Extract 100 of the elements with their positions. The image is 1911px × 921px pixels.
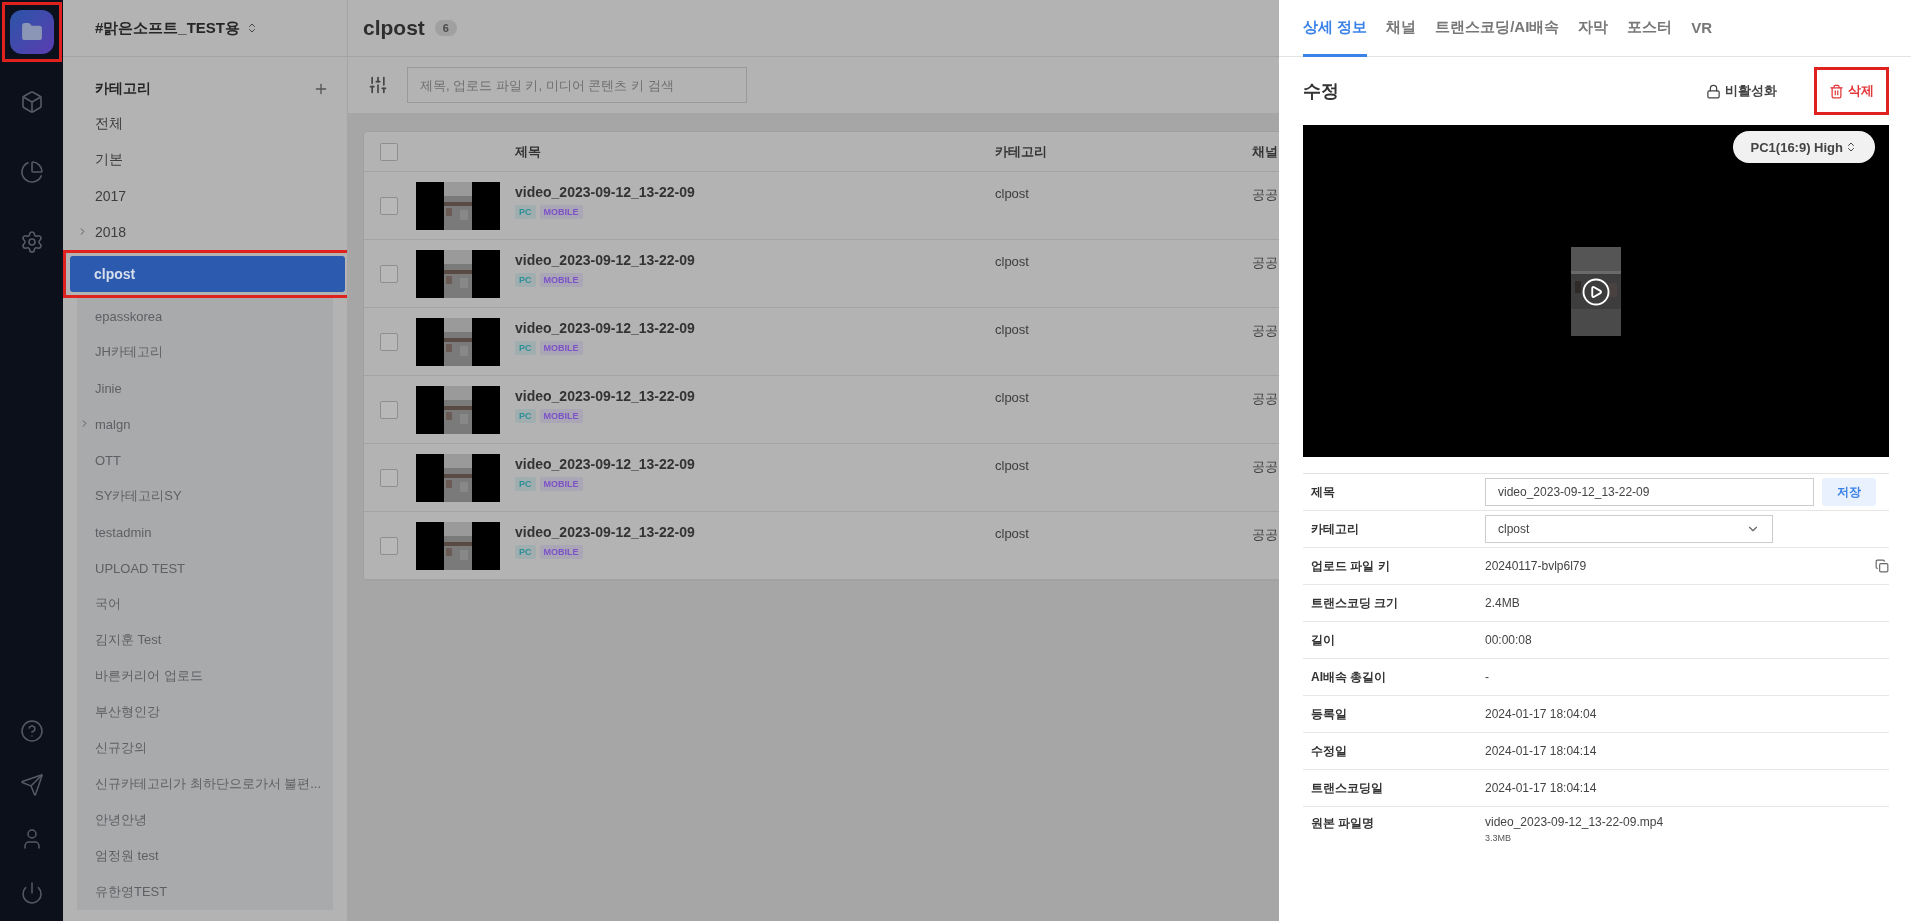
category-heading: 카테고리 <box>95 79 151 98</box>
table-cell-text: clpost <box>995 185 1030 201</box>
category-item[interactable]: 부산형인강 <box>77 694 333 730</box>
search-field[interactable]: 제목, 업로드 파일 키, 미디어 콘텐츠 키 검색 <box>407 67 747 103</box>
field-value: 2024-01-17 18:04:14 <box>1485 744 1598 758</box>
checkbox[interactable] <box>380 332 398 351</box>
category-item[interactable]: 신규카테고리가 최하단으로가서 불편... <box>77 766 333 802</box>
video-title[interactable]: video_2023-09-12_13-22-09 <box>515 184 995 200</box>
field-label: 제목 <box>1310 483 1336 501</box>
table-cell-text: 공공 <box>1252 254 1279 272</box>
lock-icon <box>1706 83 1721 99</box>
tab[interactable]: 자막 <box>1578 0 1609 57</box>
category-select[interactable]: clpost <box>1485 515 1773 543</box>
chevrons-icon <box>1845 141 1857 153</box>
tab[interactable]: VR <box>1691 0 1713 57</box>
checkbox[interactable] <box>380 142 398 161</box>
tag: PC <box>515 545 536 559</box>
field-value: 2024-01-17 18:04:04 <box>1485 707 1598 721</box>
category-item[interactable]: epasskorea <box>77 298 333 334</box>
table-cell-text: 공공 <box>1252 390 1279 408</box>
video-title[interactable]: video_2023-09-12_13-22-09 <box>515 524 995 540</box>
field-value: 20240117-bvlp6l79 <box>1485 559 1587 573</box>
field-label: 트랜스코딩 크기 <box>1310 594 1400 612</box>
column-header: 제목 <box>515 142 542 161</box>
save-button[interactable]: 저장 <box>1822 478 1876 506</box>
tag: MOBILE <box>539 477 583 491</box>
category-item[interactable]: 신규강의 <box>77 730 333 766</box>
video-player[interactable]: PC1(16:9) High <box>1303 125 1889 457</box>
category-item[interactable]: 국어 <box>77 586 333 622</box>
tab[interactable]: 포스터 <box>1627 0 1673 57</box>
copy-button[interactable] <box>1875 559 1889 573</box>
file-size: 3.3MB <box>1485 833 1512 843</box>
tab[interactable]: 트랜스코딩/AI배속 <box>1435 0 1560 57</box>
table-cell-text: 공공 <box>1252 526 1279 544</box>
filter-icon[interactable] <box>368 75 388 95</box>
category-item[interactable]: 2018 <box>63 214 347 250</box>
tag: MOBILE <box>539 409 583 423</box>
field-label: 트랜스코딩일 <box>1310 779 1384 797</box>
table-cell-text: clpost <box>995 253 1030 269</box>
video-title[interactable]: video_2023-09-12_13-22-09 <box>515 252 995 268</box>
table-cell-text: clpost <box>995 321 1030 337</box>
table-cell-text: 공공 <box>1252 458 1279 476</box>
play-button[interactable] <box>1581 276 1611 307</box>
tag: MOBILE <box>539 273 583 287</box>
category-item[interactable]: 김지훈 Test <box>77 622 333 658</box>
field-value: 2.4MB <box>1485 596 1521 610</box>
field-value: - <box>1485 670 1490 684</box>
category-item[interactable]: UPLOAD TEST <box>77 550 333 586</box>
field-label: 수정일 <box>1310 742 1348 760</box>
category-item[interactable]: OTT <box>77 442 333 478</box>
category-item[interactable]: 유한영TEST <box>77 874 333 910</box>
category-item[interactable]: Jinie <box>77 370 333 406</box>
video-title[interactable]: video_2023-09-12_13-22-09 <box>515 388 995 404</box>
category-item[interactable]: 전체 <box>63 106 347 142</box>
category-item[interactable]: SY카테고리SY <box>77 478 333 514</box>
category-item[interactable]: JH카테고리 <box>77 334 333 370</box>
deactivate-button[interactable]: 비활성화 <box>1702 76 1781 106</box>
delete-button[interactable]: 삭제 <box>1825 76 1878 106</box>
field-label: 원본 파일명 <box>1310 815 1376 832</box>
title-field[interactable]: video_2023-09-12_13-22-09 <box>1485 478 1814 506</box>
trash-icon <box>1829 83 1844 99</box>
list-title: clpost <box>363 16 425 40</box>
checkbox[interactable] <box>380 536 398 555</box>
category-item[interactable]: 바른커리어 업로드 <box>77 658 333 694</box>
checkbox[interactable] <box>380 468 398 487</box>
quality-select[interactable]: PC1(16:9) High <box>1732 131 1875 163</box>
workspace-title[interactable]: #맑은소프트_TEST용 <box>95 18 241 38</box>
checkbox[interactable] <box>380 400 398 419</box>
tag: PC <box>515 409 536 423</box>
field-value: 2024-01-17 18:04:14 <box>1485 781 1598 795</box>
tag: MOBILE <box>539 205 583 219</box>
field-label: 길이 <box>1310 631 1336 649</box>
field-label: 카테고리 <box>1310 520 1360 538</box>
category-item[interactable]: 기본 <box>63 142 347 178</box>
section-title: 수정 <box>1303 80 1339 103</box>
tag: PC <box>515 477 536 491</box>
field-label: 업로드 파일 키 <box>1310 557 1391 575</box>
tag: PC <box>515 273 536 287</box>
checkbox[interactable] <box>380 264 398 283</box>
tab[interactable]: 채널 <box>1386 0 1417 57</box>
checkbox[interactable] <box>380 196 398 215</box>
field-label: 등록일 <box>1310 705 1348 723</box>
table-cell-text: clpost <box>995 525 1030 541</box>
table-cell-text: 공공 <box>1252 322 1279 340</box>
category-item[interactable]: clpost <box>70 256 345 292</box>
folder-icon[interactable] <box>9 10 54 54</box>
category-item[interactable]: testadmin <box>77 514 333 550</box>
table-cell-text: clpost <box>995 457 1030 473</box>
category-item[interactable]: 안녕안녕 <box>77 802 333 838</box>
video-title[interactable]: video_2023-09-12_13-22-09 <box>515 320 995 336</box>
tab[interactable]: 상세 정보 <box>1303 0 1368 57</box>
count-badge: 6 <box>434 20 457 36</box>
column-header: 카테고리 <box>995 142 1048 161</box>
category-item[interactable]: 2017 <box>63 178 347 214</box>
category-item[interactable]: 엄정원 test <box>77 838 333 874</box>
column-header: 채널 <box>1252 142 1279 161</box>
category-item[interactable]: malgn <box>77 406 333 442</box>
field-value: video_2023-09-12_13-22-09.mp4 <box>1485 815 1665 829</box>
tag: PC <box>515 205 536 219</box>
video-title[interactable]: video_2023-09-12_13-22-09 <box>515 456 995 472</box>
